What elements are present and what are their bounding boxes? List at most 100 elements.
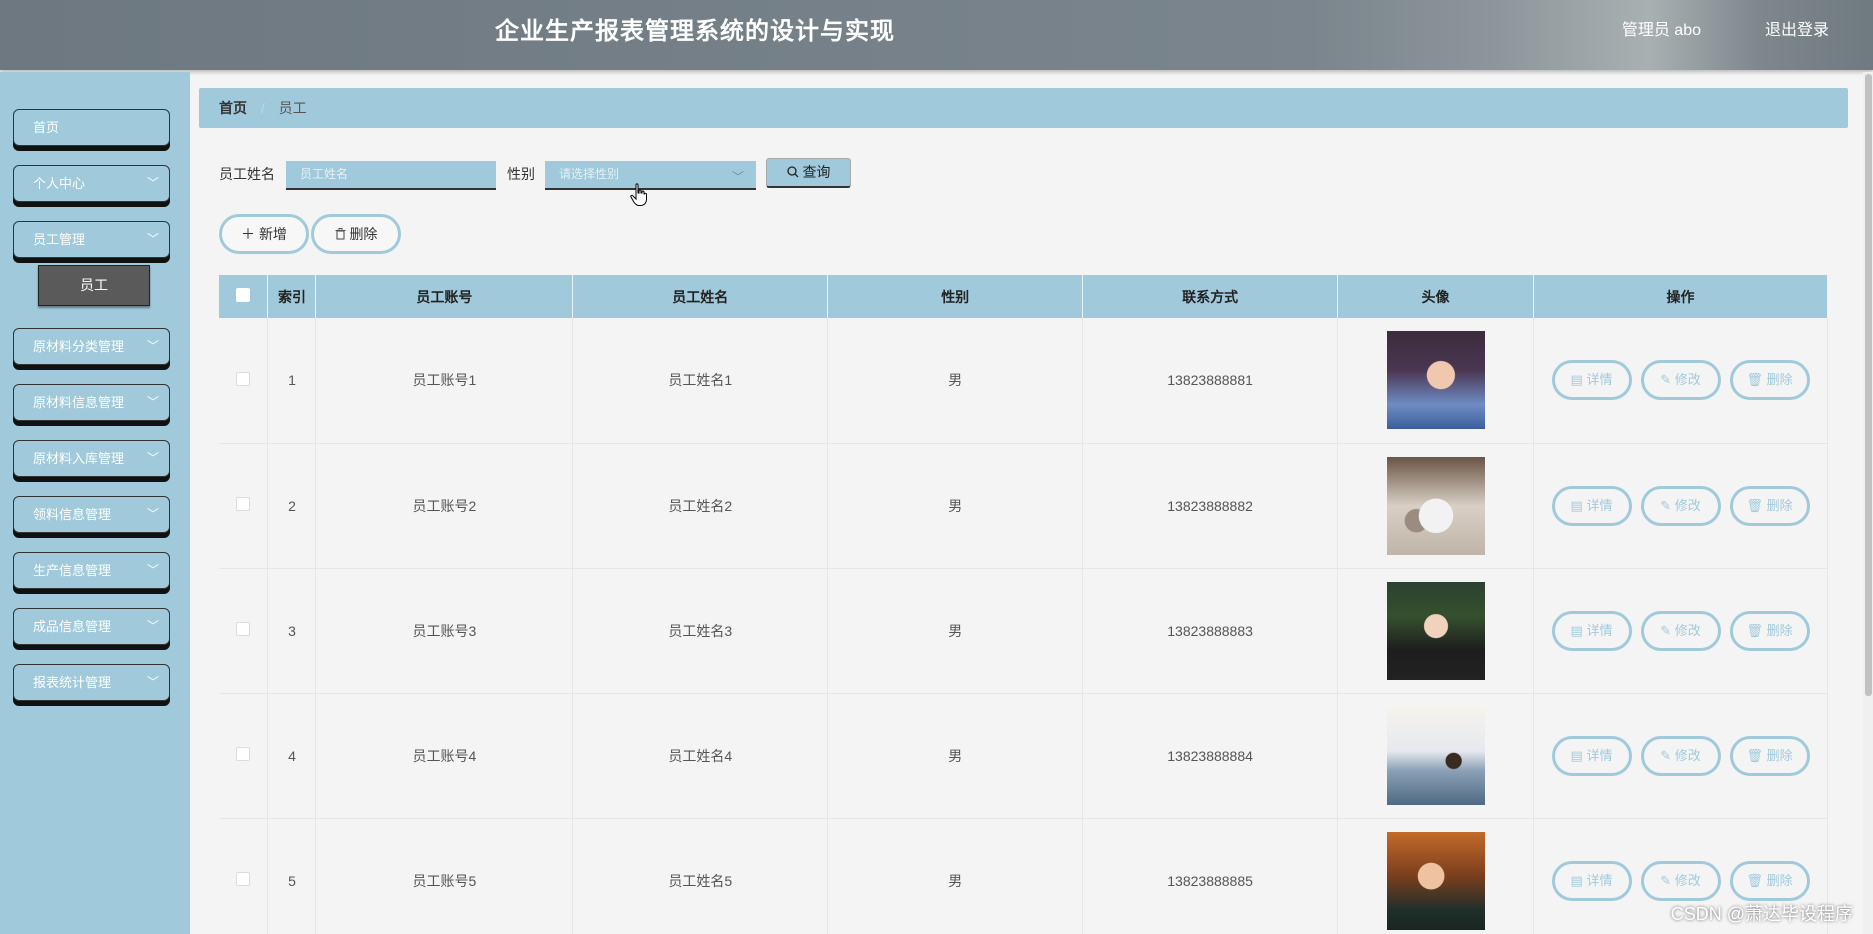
breadcrumb-current: 员工 bbox=[278, 100, 307, 116]
chevron-down-icon: ﹀ bbox=[146, 176, 159, 190]
row-select-cell[interactable] bbox=[219, 693, 269, 819]
sidebar-item-home[interactable]: 首页 bbox=[13, 109, 170, 146]
row-select-cell[interactable] bbox=[219, 443, 269, 569]
row-delete-button[interactable]: 🗑 删除 bbox=[1729, 610, 1810, 651]
sidebar-item-label: 个人中心 bbox=[33, 176, 86, 191]
select-all-checkbox[interactable] bbox=[236, 288, 251, 302]
detail-button[interactable]: ▤ 详情 bbox=[1551, 735, 1632, 776]
row-checkbox[interactable] bbox=[236, 371, 251, 386]
logout-link[interactable]: 退出登录 bbox=[1765, 0, 1829, 62]
sidebar-item-label: 生产信息管理 bbox=[33, 563, 112, 578]
column-header: 员工姓名 bbox=[572, 275, 829, 318]
sidebar-item-material-info[interactable]: 原材料信息管理 ﹀ bbox=[13, 384, 170, 421]
row-select-cell[interactable] bbox=[219, 568, 269, 694]
index-cell: 3 bbox=[267, 568, 317, 694]
column-header: 操作 bbox=[1533, 275, 1828, 318]
chevron-down-icon: ﹀ bbox=[146, 232, 159, 246]
edit-button[interactable]: ✎ 修改 bbox=[1640, 485, 1721, 526]
table-row: 5 员工账号5 员工姓名5 男 13823888885 ▤ 详情 ✎ 修改 🗑 删除 bbox=[219, 818, 1828, 934]
sidebar-item-requisition[interactable]: 领料信息管理 ﹀ bbox=[13, 496, 170, 533]
add-button[interactable]: ＋ 新增 bbox=[219, 214, 309, 254]
table-row: 4 员工账号4 员工姓名4 男 13823888884 ▤ 详情 ✎ 修改 🗑 删除 bbox=[219, 693, 1828, 819]
row-select-cell[interactable] bbox=[219, 818, 269, 934]
sidebar-item-label: 成品信息管理 bbox=[33, 619, 112, 634]
delete-label: 删除 bbox=[1766, 872, 1793, 888]
sidebar-item-reports[interactable]: 报表统计管理 ﹀ bbox=[13, 664, 170, 701]
trash-icon: 🗑 bbox=[1746, 747, 1763, 763]
edit-button[interactable]: ✎ 修改 bbox=[1640, 735, 1721, 776]
avatar-cell bbox=[1337, 568, 1535, 694]
sidebar-item-label: 员工管理 bbox=[33, 232, 86, 247]
pencil-icon: ✎ bbox=[1660, 497, 1672, 513]
scrollbar[interactable] bbox=[1863, 72, 1873, 934]
edit-button[interactable]: ✎ 修改 bbox=[1640, 860, 1721, 901]
gender-cell: 男 bbox=[827, 443, 1084, 569]
sidebar-subitem-employee[interactable]: 员工 bbox=[38, 265, 150, 306]
detail-button[interactable]: ▤ 详情 bbox=[1551, 360, 1632, 401]
bulk-delete-button[interactable]: 删除 bbox=[311, 214, 401, 254]
row-delete-button[interactable]: 🗑 删除 bbox=[1729, 735, 1810, 776]
row-delete-button[interactable]: 🗑 删除 bbox=[1729, 860, 1810, 901]
detail-label: 详情 bbox=[1586, 622, 1613, 638]
name-cell: 员工姓名3 bbox=[572, 568, 829, 694]
edit-button[interactable]: ✎ 修改 bbox=[1640, 610, 1721, 651]
sidebar-item-finished-goods[interactable]: 成品信息管理 ﹀ bbox=[13, 608, 170, 645]
scrollbar-thumb[interactable] bbox=[1865, 74, 1872, 696]
row-checkbox[interactable] bbox=[236, 747, 251, 761]
delete-label: 删除 bbox=[1766, 372, 1793, 388]
column-header: 头像 bbox=[1337, 275, 1535, 318]
detail-button[interactable]: ▤ 详情 bbox=[1551, 485, 1632, 526]
edit-label: 修改 bbox=[1674, 622, 1701, 638]
actions-cell: ▤ 详情 ✎ 修改 🗑 删除 bbox=[1533, 693, 1828, 819]
column-header: 性别 bbox=[827, 275, 1084, 318]
pencil-icon: ✎ bbox=[1660, 747, 1672, 763]
table-row: 2 员工账号2 员工姓名2 男 13823888882 ▤ 详情 ✎ 修改 🗑 删除 bbox=[219, 443, 1828, 569]
query-button[interactable]: 查询 bbox=[766, 158, 851, 188]
sidebar-item-material-inbound[interactable]: 原材料入库管理 ﹀ bbox=[13, 440, 170, 477]
avatar bbox=[1386, 581, 1485, 680]
row-checkbox[interactable] bbox=[236, 497, 251, 511]
select-all-cell[interactable] bbox=[219, 275, 269, 318]
document-icon: ▤ bbox=[1570, 747, 1583, 763]
breadcrumb-home[interactable]: 首页 bbox=[219, 100, 247, 116]
name-cell: 员工姓名4 bbox=[572, 693, 829, 819]
sidebar-item-employee-management[interactable]: 员工管理 ﹀ bbox=[13, 221, 170, 258]
edit-label: 修改 bbox=[1674, 372, 1701, 388]
detail-button[interactable]: ▤ 详情 bbox=[1551, 610, 1632, 651]
document-icon: ▤ bbox=[1570, 872, 1583, 888]
top-header: 企业生产报表管理系统的设计与实现 管理员 abo 退出登录 bbox=[0, 0, 1873, 70]
pencil-icon: ✎ bbox=[1660, 372, 1672, 388]
trash-icon bbox=[335, 228, 346, 240]
watermark: CSDN @萧达毕设程序 bbox=[1670, 904, 1853, 924]
edit-button[interactable]: ✎ 修改 bbox=[1640, 360, 1721, 401]
account-cell: 员工账号4 bbox=[315, 693, 574, 819]
chevron-down-icon: ﹀ bbox=[146, 619, 159, 633]
breadcrumb-separator: / bbox=[260, 100, 265, 116]
edit-label: 修改 bbox=[1674, 872, 1701, 888]
document-icon: ▤ bbox=[1570, 372, 1583, 388]
actions-cell: ▤ 详情 ✎ 修改 🗑 删除 bbox=[1533, 443, 1828, 569]
sidebar-item-production[interactable]: 生产信息管理 ﹀ bbox=[13, 552, 170, 589]
sidebar-item-material-category[interactable]: 原材料分类管理 ﹀ bbox=[13, 328, 170, 365]
gender-select[interactable]: 请选择性别 bbox=[545, 161, 756, 190]
sidebar: 首页 个人中心 ﹀ 员工管理 ﹀ 员工 原材料分类管理 ﹀ 原材料信息管理 ﹀ … bbox=[0, 72, 190, 934]
row-checkbox[interactable] bbox=[236, 622, 251, 636]
avatar-cell bbox=[1337, 818, 1535, 934]
employee-name-input[interactable]: 员工姓名 bbox=[286, 161, 496, 190]
detail-button[interactable]: ▤ 详情 bbox=[1551, 860, 1632, 901]
delete-label: 删除 bbox=[1766, 747, 1793, 763]
index-cell: 2 bbox=[267, 443, 317, 569]
row-select-cell[interactable] bbox=[219, 318, 269, 444]
phone-cell: 13823888884 bbox=[1082, 693, 1339, 819]
sidebar-item-profile[interactable]: 个人中心 ﹀ bbox=[13, 165, 170, 202]
detail-label: 详情 bbox=[1586, 872, 1613, 888]
row-delete-button[interactable]: 🗑 删除 bbox=[1729, 360, 1810, 401]
row-delete-button[interactable]: 🗑 删除 bbox=[1729, 485, 1810, 526]
row-checkbox[interactable] bbox=[236, 872, 251, 886]
chevron-down-icon: ﹀ bbox=[146, 563, 159, 577]
edit-label: 修改 bbox=[1674, 497, 1701, 513]
sidebar-item-label: 领料信息管理 bbox=[33, 507, 112, 522]
avatar-cell bbox=[1337, 318, 1535, 444]
avatar bbox=[1386, 456, 1485, 555]
pencil-icon: ✎ bbox=[1660, 872, 1672, 888]
